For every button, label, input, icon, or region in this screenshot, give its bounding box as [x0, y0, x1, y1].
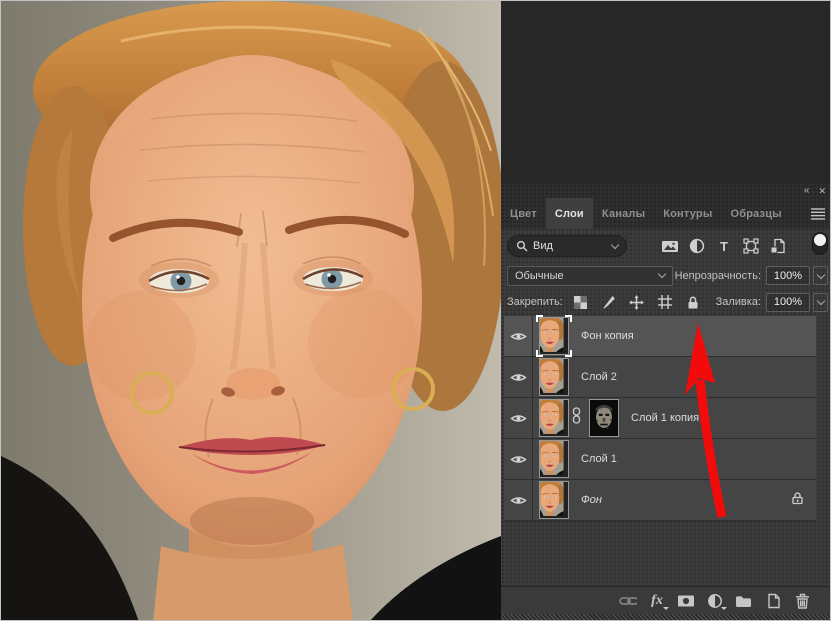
- fill-label: Заливка:: [716, 296, 761, 308]
- add-mask-icon[interactable]: [677, 592, 695, 610]
- opacity-label: Непрозрачность:: [675, 270, 761, 282]
- layer-name: Фон: [581, 494, 602, 506]
- background-lock-icon[interactable]: [791, 491, 804, 510]
- chevron-down-icon: [611, 240, 619, 248]
- layer-row-fon-kopiya[interactable]: Фон копия: [504, 316, 816, 357]
- panel-resize-strip[interactable]: [501, 614, 831, 621]
- adjustment-layers-icon[interactable]: [688, 238, 706, 255]
- blend-mode-row: Обычные Непрозрачность: 100%: [501, 263, 831, 288]
- blend-mode-value: Обычные: [515, 270, 564, 282]
- chevron-down-icon: [816, 270, 824, 278]
- close-panel-icon[interactable]: ✕: [818, 186, 826, 196]
- lock-all-icon[interactable]: [685, 294, 701, 310]
- new-group-icon[interactable]: [735, 592, 753, 610]
- panel-header: « ✕: [501, 184, 831, 198]
- layer-row-sloy-1-kopiya[interactable]: Слой 1 копия: [504, 398, 816, 439]
- filter-kind-value: Вид: [533, 240, 553, 252]
- lock-pixels-icon[interactable]: [601, 294, 617, 310]
- selection-bracket: [565, 315, 572, 322]
- workspace-background: [501, 1, 831, 184]
- eye-icon: [510, 413, 527, 424]
- pixel-layers-icon[interactable]: [661, 238, 679, 255]
- opacity-group: Непрозрачность: 100%: [675, 266, 828, 285]
- photoshop-window: « ✕ Цвет Слои Каналы Контуры Образцы: [0, 0, 831, 621]
- workspace-right-column: « ✕ Цвет Слои Каналы Контуры Образцы: [501, 1, 831, 621]
- caret-down-icon: [721, 607, 727, 610]
- fill-group: Заливка: 100%: [716, 293, 828, 312]
- visibility-toggle[interactable]: [504, 439, 533, 479]
- chevron-down-icon: [816, 297, 824, 305]
- layer-search-field[interactable]: Вид: [507, 235, 627, 257]
- layer-thumbnail[interactable]: [538, 357, 570, 397]
- tab-layers[interactable]: Слои: [546, 198, 593, 229]
- opacity-value-field[interactable]: 100%: [766, 266, 810, 285]
- eye-icon: [510, 331, 527, 342]
- fill-dropdown-button[interactable]: [813, 293, 828, 312]
- document-canvas[interactable]: [1, 1, 501, 621]
- layer-effects-icon[interactable]: fx: [648, 592, 666, 610]
- panel-menu-icon[interactable]: [810, 207, 826, 220]
- tab-color[interactable]: Цвет: [501, 198, 546, 229]
- tab-paths[interactable]: Контуры: [654, 198, 721, 229]
- layer-name: Слой 1: [581, 453, 617, 465]
- blend-mode-select[interactable]: Обычные: [507, 266, 673, 286]
- delete-layer-icon[interactable]: [793, 592, 811, 610]
- layers-panel: « ✕ Цвет Слои Каналы Контуры Образцы: [501, 184, 831, 621]
- layer-mask-thumbnail[interactable]: [588, 398, 620, 438]
- selection-bracket: [536, 315, 543, 322]
- selection-bracket: [536, 350, 543, 357]
- adjustment-layer-icon[interactable]: [706, 592, 724, 610]
- collapse-panel-icon[interactable]: «: [804, 186, 810, 196]
- tab-channels[interactable]: Каналы: [593, 198, 654, 229]
- layer-row-sloy-1[interactable]: Слой 1: [504, 439, 816, 480]
- tab-swatches[interactable]: Образцы: [721, 198, 790, 229]
- toggle-knob: [814, 234, 826, 246]
- panel-tabbar: Цвет Слои Каналы Контуры Образцы: [501, 198, 831, 229]
- fill-value-field[interactable]: 100%: [766, 293, 810, 312]
- visibility-toggle[interactable]: [504, 480, 533, 520]
- eye-icon: [510, 495, 527, 506]
- lock-transparency-icon[interactable]: [573, 294, 589, 310]
- layer-name: Слой 2: [581, 371, 617, 383]
- layers-panel-toolbar: fx: [501, 586, 831, 614]
- visibility-toggle[interactable]: [504, 398, 533, 438]
- shape-layers-icon[interactable]: [742, 238, 760, 255]
- caret-down-icon: [663, 607, 669, 610]
- mask-link-icon[interactable]: [572, 407, 581, 429]
- search-icon: [516, 240, 528, 252]
- chevron-down-icon: [658, 270, 666, 278]
- filter-type-buttons: T: [661, 238, 787, 255]
- selection-bracket: [565, 350, 572, 357]
- visibility-toggle[interactable]: [504, 357, 533, 397]
- smart-object-layers-icon[interactable]: [769, 238, 787, 255]
- layer-filter-row: Вид T: [501, 229, 831, 263]
- type-layers-icon[interactable]: T: [715, 238, 733, 255]
- filter-toggle-switch[interactable]: [812, 232, 828, 255]
- layer-thumbnail[interactable]: [538, 439, 570, 479]
- layer-thumbnail[interactable]: [538, 480, 570, 520]
- lock-position-icon[interactable]: [629, 294, 645, 310]
- layer-list: Фон копия Слой 2: [501, 316, 831, 586]
- layer-name: Фон копия: [581, 330, 634, 342]
- layer-row-fon[interactable]: Фон: [504, 480, 816, 521]
- layer-row-sloy-2[interactable]: Слой 2: [504, 357, 816, 398]
- portrait-photo: [1, 1, 501, 621]
- layer-thumbnail[interactable]: [538, 398, 570, 438]
- visibility-toggle[interactable]: [504, 316, 533, 356]
- eye-icon: [510, 372, 527, 383]
- lock-buttons: [573, 294, 701, 310]
- opacity-dropdown-button[interactable]: [813, 266, 828, 285]
- eye-icon: [510, 454, 527, 465]
- new-layer-icon[interactable]: [764, 592, 782, 610]
- layer-name: Слой 1 копия: [631, 412, 699, 424]
- link-layers-icon[interactable]: [619, 592, 637, 610]
- layer-thumbnail[interactable]: [538, 316, 570, 356]
- lock-artboard-icon[interactable]: [657, 294, 673, 310]
- lock-label: Закрепить:: [507, 296, 563, 308]
- lock-row: Закрепить:: [501, 288, 831, 316]
